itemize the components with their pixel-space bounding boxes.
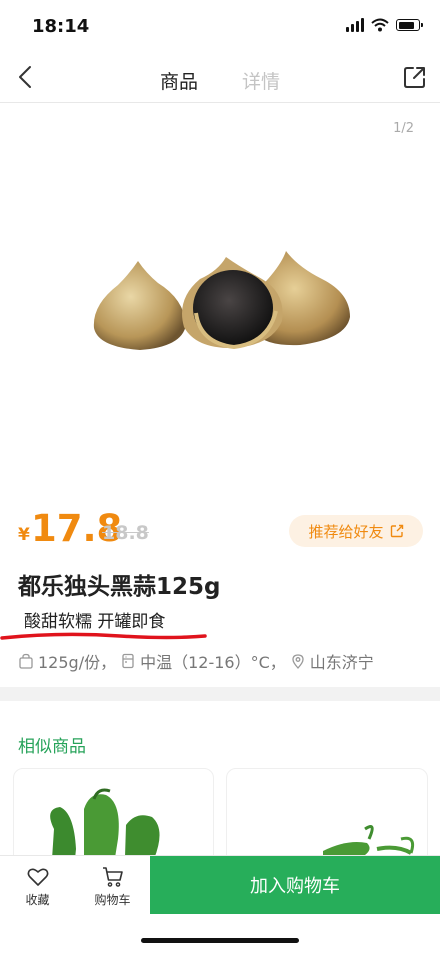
currency-symbol: ¥: [18, 525, 30, 545]
share-icon[interactable]: [402, 64, 428, 90]
product-gallery[interactable]: 1/2: [0, 103, 440, 498]
status-icons: [346, 18, 423, 32]
tab-goods[interactable]: 商品: [160, 67, 198, 94]
bag-icon: [19, 653, 33, 669]
battery-level: [398, 21, 414, 29]
fridge-icon: [122, 653, 134, 669]
signal-icon: [346, 18, 364, 32]
cart-button[interactable]: 购物车: [75, 856, 150, 916]
battery-icon: [396, 19, 423, 31]
favorite-button[interactable]: 收藏: [0, 856, 75, 916]
add-to-cart-button[interactable]: 加入购物车: [150, 856, 440, 914]
share-out-icon: [390, 524, 403, 538]
price-row: ¥ 17.8 18.8 推荐给好友: [0, 505, 440, 555]
similar-products-title: 相似商品: [18, 737, 86, 757]
home-indicator[interactable]: [141, 938, 299, 943]
product-specs: 125g/份， 中温（12-16）°C， 山东济宁: [18, 649, 374, 673]
wifi-icon: [371, 18, 389, 32]
spec-storage: 中温（12-16）°C，: [140, 653, 286, 672]
status-time: 18:14: [32, 16, 90, 37]
cart-icon: [103, 867, 123, 887]
spec-origin: 山东济宁: [309, 653, 374, 672]
status-bar: 18:14: [0, 0, 440, 52]
section-divider: [0, 687, 440, 701]
heart-icon: [27, 868, 49, 886]
spec-size: 125g/份，: [38, 653, 117, 672]
red-underline-annotation: [0, 632, 207, 640]
bottom-action-bar: 收藏 购物车 加入购物车: [0, 855, 440, 916]
tab-detail[interactable]: 详情: [242, 67, 280, 94]
favorite-label: 收藏: [25, 893, 50, 907]
recommend-label: 推荐给好友: [308, 522, 384, 541]
product-image: [93, 251, 350, 350]
back-icon[interactable]: [14, 64, 40, 90]
nav-bar: 商品 详情: [0, 52, 440, 103]
product-title: 都乐独头黑蒜125g: [18, 574, 221, 600]
recommend-to-friend-button[interactable]: 推荐给好友: [289, 515, 423, 547]
original-price: 18.8: [102, 522, 149, 544]
cart-label: 购物车: [94, 893, 131, 907]
location-icon: [292, 654, 304, 669]
